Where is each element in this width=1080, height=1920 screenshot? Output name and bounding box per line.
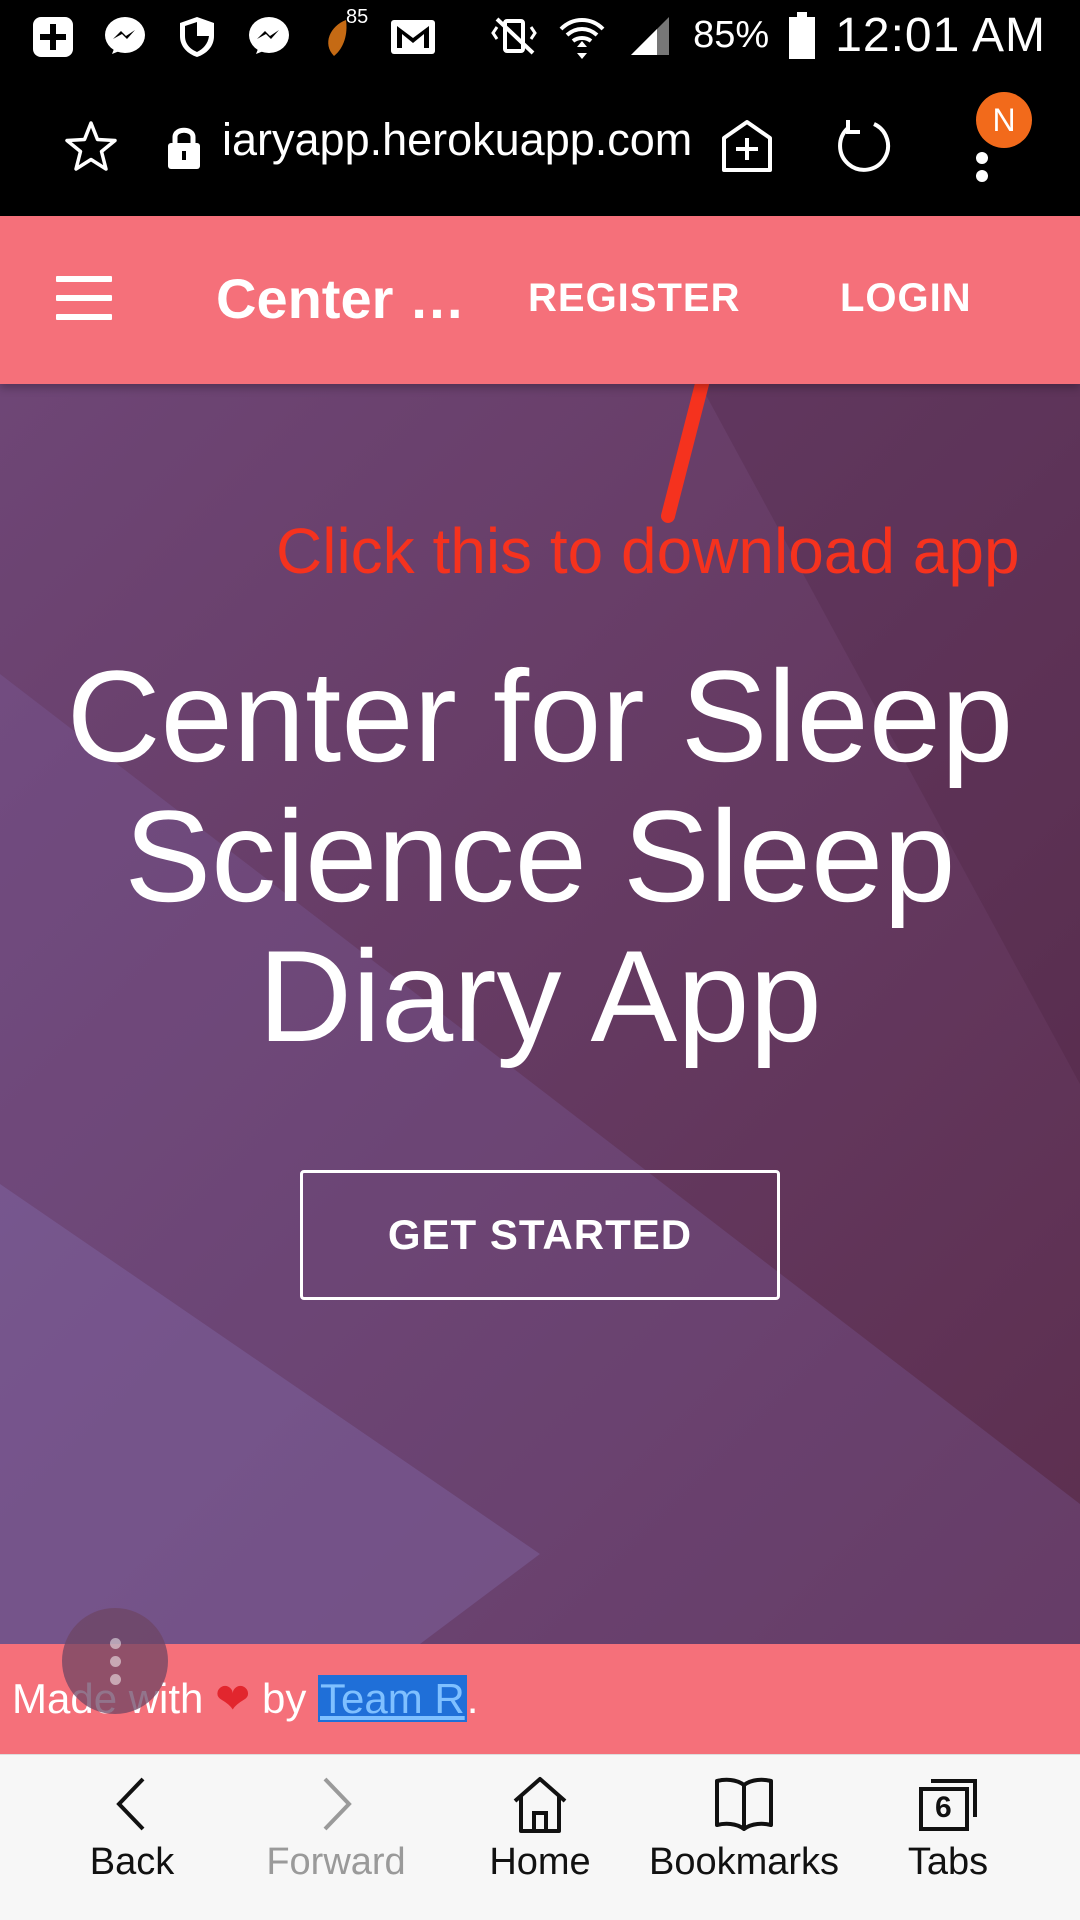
shield-icon [172,12,222,62]
footer-by: by [261,1675,307,1722]
hamburger-menu-icon[interactable] [56,276,112,320]
tabs-label: Tabs [907,1841,989,1883]
app-navbar: Center … REGISTER LOGIN [0,216,1080,384]
battery-icon [787,11,817,61]
forward-label: Forward [266,1841,406,1883]
tabs-icon: 6 [913,1773,983,1835]
team-link[interactable]: Team R [318,1675,467,1722]
vibrate-mute-icon [489,11,539,61]
bookmarks-button[interactable]: Bookmarks [644,1773,844,1884]
battery-percent: 85% [693,14,770,56]
heart-icon: ❤ [215,1675,251,1722]
annotation-text: Click this to download app [276,515,1020,587]
profile-avatar[interactable]: N [976,92,1032,148]
clock: 12:01 AM [835,9,1046,62]
footer-suffix: . [466,1675,479,1722]
hero-title-line-1: Center for Sleep [66,643,1014,789]
home-button[interactable]: Home [440,1773,640,1884]
url-field[interactable]: iaryapp.herokuapp.com [222,114,692,166]
brand-title[interactable]: Center … [216,266,465,331]
system-icons: 85% 12:01 AM [489,8,1046,63]
reload-icon[interactable] [834,116,894,176]
bookmarks-book-icon [715,1777,773,1831]
messenger-icon-2 [244,12,294,62]
lock-icon [164,124,204,170]
gmail-icon [388,12,438,62]
hero-title-line-3: Diary App [258,923,822,1069]
status-bar: 85 85% 12:01 AM [0,0,1080,78]
home-label: Home [489,1841,591,1883]
back-label: Back [89,1841,175,1883]
home-icon [513,1777,567,1833]
bookmarks-label: Bookmarks [648,1841,840,1883]
notification-count: 85 [346,6,369,28]
tabs-button[interactable]: 6 Tabs [848,1773,1048,1884]
bookmark-star-icon[interactable] [62,118,120,176]
wifi-icon [557,11,607,61]
signal-icon [625,11,675,61]
messenger-icon [100,12,150,62]
hero-section: Click this to download app Center for Sl… [0,384,1080,1644]
add-to-home-icon[interactable] [716,116,778,176]
back-arrow-icon [116,1777,145,1831]
floating-menu-button[interactable] [62,1608,168,1714]
add-box-icon [28,12,78,62]
forward-arrow-icon [323,1777,352,1831]
forward-button[interactable]: Forward [236,1773,436,1884]
browser-url-bar: iaryapp.herokuapp.com N [0,78,1080,216]
hero-title-line-2: Science Sleep [124,783,956,929]
back-button[interactable]: Back [32,1773,232,1884]
get-started-button[interactable]: GET STARTED [300,1170,780,1300]
login-link[interactable]: LOGIN [840,276,972,321]
notification-icons: 85 [28,6,438,62]
register-link[interactable]: REGISTER [528,276,740,321]
tab-count: 6 [935,1791,952,1824]
browser-bottom-bar: Back Forward Home Bookmarks 6 Tabs [0,1754,1080,1920]
hero-title: Center for Sleep Science Sleep Diary App [0,646,1080,1066]
leaf-badge-icon: 85 [316,6,368,62]
